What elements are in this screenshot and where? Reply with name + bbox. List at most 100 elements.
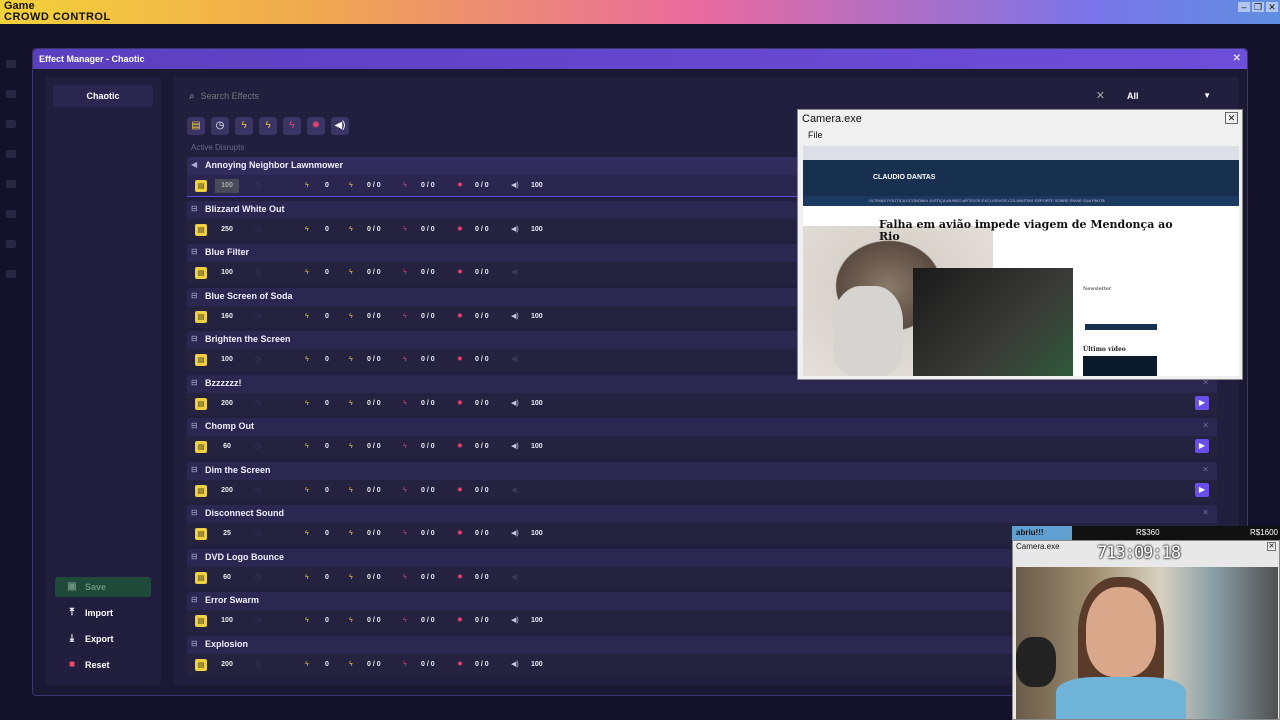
effect-cost[interactable]: 160: [215, 310, 239, 324]
double-bolt-value[interactable]: 0 / 0: [367, 614, 381, 628]
effect-cost[interactable]: 250: [215, 223, 239, 237]
play-button[interactable]: ▶: [1195, 395, 1209, 410]
bolt-value[interactable]: 0: [325, 397, 329, 411]
bolt-value[interactable]: 0: [325, 614, 329, 628]
volume-value[interactable]: 100: [531, 527, 543, 541]
pink-burst-value[interactable]: 0 / 0: [475, 440, 489, 454]
effect-cost[interactable]: 200: [215, 397, 239, 411]
pink-burst-icon[interactable]: ✹: [307, 117, 325, 135]
effect-cost[interactable]: 100: [215, 353, 239, 367]
effect-row[interactable]: ⊟ Dim the Screen ✕ ▤ 200 ◷ ϟ 0 ϟ 0 / 0 ϟ 0 / 0 ✹ 0 / …: [187, 461, 1217, 506]
bolt-value[interactable]: 0: [325, 571, 329, 585]
nav-icon[interactable]: [6, 240, 16, 248]
pink-burst-value[interactable]: 0 / 0: [475, 353, 489, 367]
double-bolt-value[interactable]: 0 / 0: [367, 527, 381, 541]
nav-icon[interactable]: [6, 210, 16, 218]
preset-tab-chaotic[interactable]: Chaotic: [53, 85, 153, 107]
coin-icon[interactable]: ▤: [187, 117, 205, 135]
volume-value[interactable]: 100: [531, 614, 543, 628]
double-bolt-value[interactable]: 0 / 0: [367, 658, 381, 672]
double-bolt-value[interactable]: 0 / 0: [367, 397, 381, 411]
effect-cost[interactable]: 100: [215, 614, 239, 628]
pink-bolt-value[interactable]: 0 / 0: [421, 571, 435, 585]
nav-icon[interactable]: [6, 150, 16, 158]
effect-name-row[interactable]: ⊟ Disconnect Sound ✕: [187, 505, 1217, 523]
pink-bolt-value[interactable]: 0 / 0: [421, 527, 435, 541]
search-input[interactable]: [200, 91, 1081, 101]
double-bolt-value[interactable]: 0 / 0: [367, 179, 381, 193]
clear-search-icon[interactable]: ✕: [1096, 89, 1105, 102]
double-bolt-value[interactable]: 0 / 0: [367, 353, 381, 367]
pink-bolt-value[interactable]: 0 / 0: [421, 223, 435, 237]
close-button[interactable]: ✕: [1266, 2, 1278, 12]
pink-bolt-value[interactable]: 0 / 0: [421, 614, 435, 628]
bolt-value[interactable]: 0: [325, 658, 329, 672]
cooldown-value[interactable]: [271, 223, 291, 237]
close-icon[interactable]: ✕: [1267, 542, 1276, 551]
bolt-value[interactable]: 0: [325, 527, 329, 541]
close-icon[interactable]: ✕: [1225, 112, 1238, 124]
remove-effect-icon[interactable]: ✕: [1202, 421, 1209, 430]
bolt-value[interactable]: 0: [325, 310, 329, 324]
pink-burst-value[interactable]: 0 / 0: [475, 571, 489, 585]
pink-burst-value[interactable]: 0 / 0: [475, 397, 489, 411]
bolt-icon[interactable]: ϟ: [235, 117, 253, 135]
minimize-button[interactable]: –: [1238, 2, 1250, 12]
cooldown-value[interactable]: [271, 527, 291, 541]
remove-effect-icon[interactable]: ✕: [1202, 465, 1209, 474]
pink-burst-value[interactable]: 0 / 0: [475, 223, 489, 237]
pink-bolt-value[interactable]: 0 / 0: [421, 266, 435, 280]
effect-name-row[interactable]: ⊟ Chomp Out ✕: [187, 418, 1217, 436]
effect-cost[interactable]: 200: [215, 484, 239, 498]
double-bolt-value[interactable]: 0 / 0: [367, 266, 381, 280]
speaker-icon[interactable]: ◀): [331, 117, 349, 135]
effect-cost[interactable]: 200: [215, 658, 239, 672]
volume-value[interactable]: 100: [531, 440, 543, 454]
double-bolt-value[interactable]: 0 / 0: [367, 310, 381, 324]
effect-cost[interactable]: 25: [215, 527, 239, 541]
cooldown-value[interactable]: [271, 397, 291, 411]
effect-row[interactable]: ⊟ Chomp Out ✕ ▤ 60 ◷ ϟ 0 ϟ 0 / 0 ϟ 0 / 0 ✹ 0 / 0 ◀) 100…: [187, 418, 1217, 462]
pink-bolt-value[interactable]: 0 / 0: [421, 658, 435, 672]
double-bolt-value[interactable]: 0 / 0: [367, 223, 381, 237]
pink-bolt-value[interactable]: 0 / 0: [421, 179, 435, 193]
effect-cost[interactable]: 100: [215, 266, 239, 280]
double-bolt-value[interactable]: 0 / 0: [367, 484, 381, 498]
cooldown-value[interactable]: [271, 266, 291, 280]
cooldown-value[interactable]: [271, 440, 291, 454]
pink-burst-value[interactable]: 0 / 0: [475, 266, 489, 280]
volume-value[interactable]: 100: [531, 658, 543, 672]
effect-cost[interactable]: 60: [215, 571, 239, 585]
maximize-button[interactable]: ❐: [1252, 2, 1264, 12]
pink-burst-value[interactable]: 0 / 0: [475, 484, 489, 498]
nav-icon[interactable]: [6, 60, 16, 68]
bolt-value[interactable]: 0: [325, 223, 329, 237]
cooldown-value[interactable]: [271, 571, 291, 585]
double-bolt-value[interactable]: 0 / 0: [367, 440, 381, 454]
clock-icon[interactable]: ◷: [211, 117, 229, 135]
double-bolt-value[interactable]: 0 / 0: [367, 571, 381, 585]
bolt-value[interactable]: 0: [325, 353, 329, 367]
pink-bolt-value[interactable]: 0 / 0: [421, 397, 435, 411]
effect-cost[interactable]: 60: [215, 440, 239, 454]
bolt-value[interactable]: 0: [325, 266, 329, 280]
volume-value[interactable]: 100: [531, 179, 543, 193]
nav-icon[interactable]: [6, 90, 16, 98]
pink-burst-value[interactable]: 0 / 0: [475, 658, 489, 672]
effect-cost[interactable]: 100: [215, 179, 239, 193]
reset-button[interactable]: ■ Reset: [55, 655, 151, 675]
close-icon[interactable]: ✕: [1233, 49, 1241, 69]
cooldown-value[interactable]: [271, 614, 291, 628]
save-button[interactable]: ▣ Save: [55, 577, 151, 597]
double-bolt-icon[interactable]: ϟ: [259, 117, 277, 135]
play-button[interactable]: ▶: [1195, 439, 1209, 453]
pink-burst-value[interactable]: 0 / 0: [475, 310, 489, 324]
cooldown-value[interactable]: [271, 179, 291, 193]
remove-effect-icon[interactable]: ✕: [1202, 508, 1209, 517]
volume-value[interactable]: 100: [531, 223, 543, 237]
pink-bolt-icon[interactable]: ϟ: [283, 117, 301, 135]
effect-name-row[interactable]: ⊟ Dim the Screen ✕: [187, 461, 1217, 480]
bolt-value[interactable]: 0: [325, 440, 329, 454]
import-button[interactable]: ⤒ Import: [55, 603, 151, 623]
export-button[interactable]: ⤓ Export: [55, 629, 151, 649]
